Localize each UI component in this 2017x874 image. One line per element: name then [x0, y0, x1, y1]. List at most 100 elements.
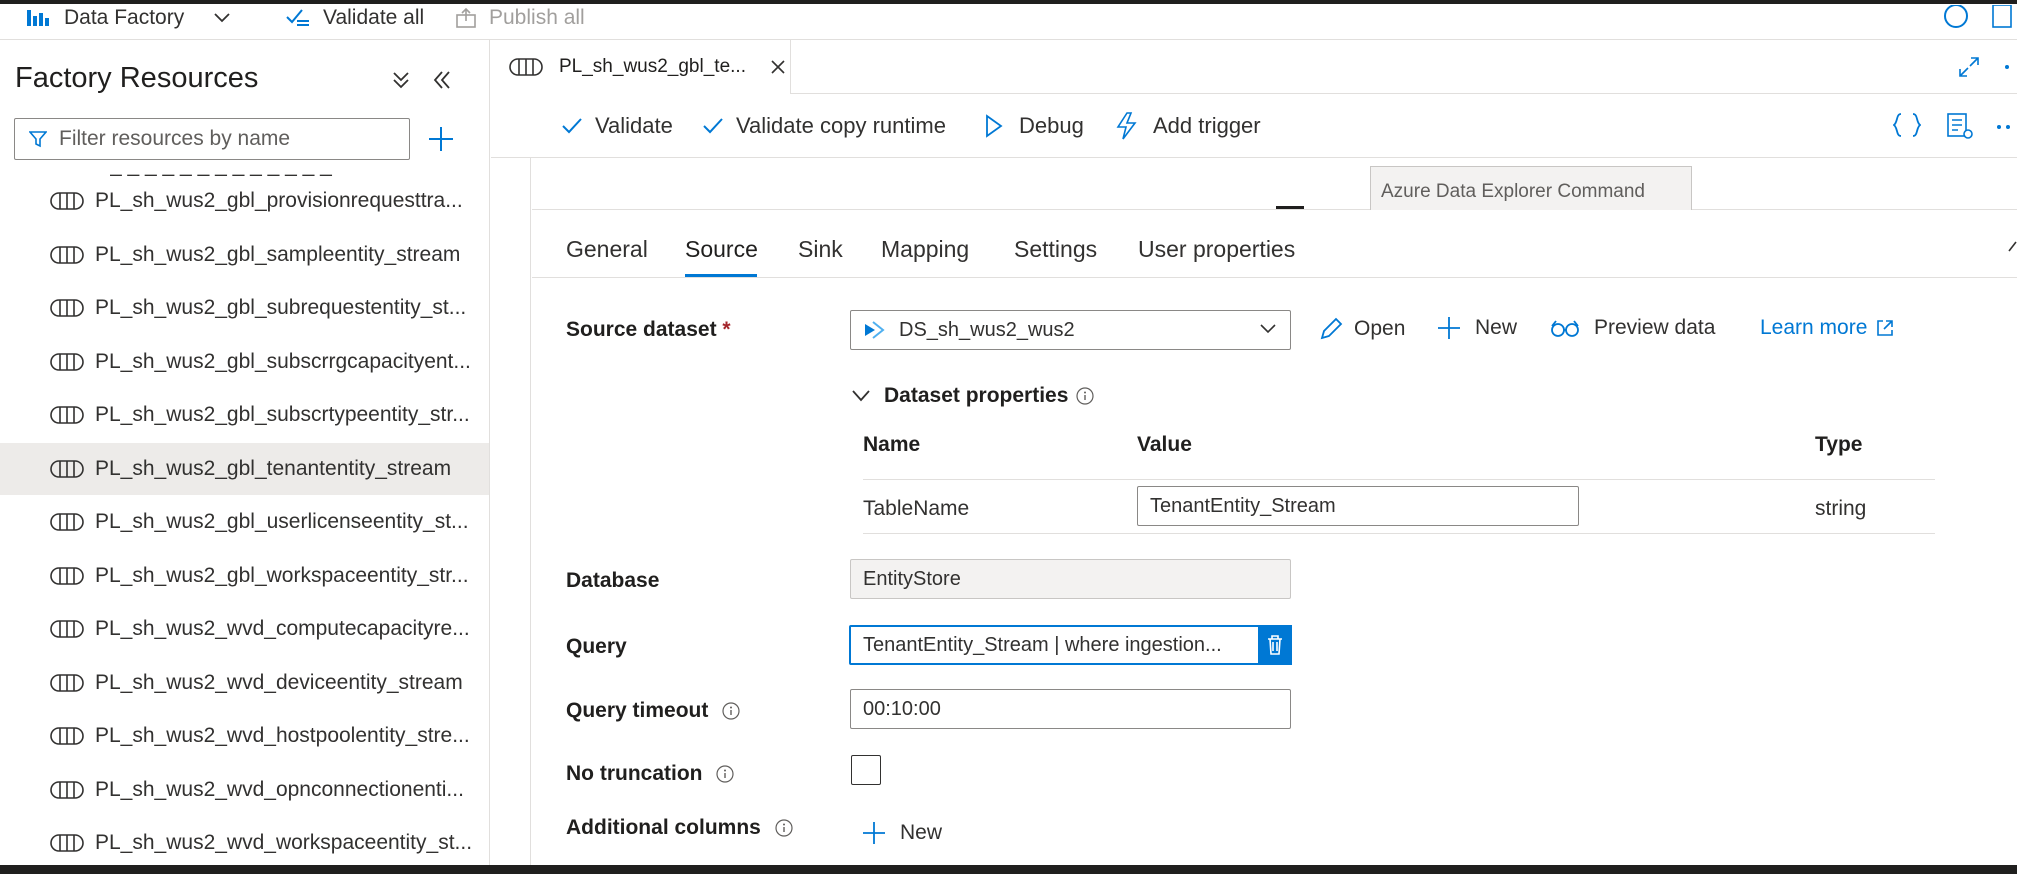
- tab-label: Source: [685, 236, 758, 262]
- delete-query-button[interactable]: [1258, 625, 1292, 665]
- validate-label: Validate: [595, 113, 673, 138]
- dataset-properties-toggle[interactable]: Dataset properties: [852, 384, 1095, 408]
- validate-all-label: Validate all: [323, 6, 425, 29]
- list-item-label: PL_sh_wus2_gbl_subscrrgcapacityent...: [95, 350, 471, 373]
- database-label: Database: [566, 569, 660, 592]
- close-icon[interactable]: [770, 59, 786, 75]
- info-icon[interactable]: [722, 702, 740, 721]
- pipeline-icon: [50, 619, 84, 639]
- pipeline-icon: [50, 566, 84, 586]
- info-icon[interactable]: [716, 765, 734, 784]
- source-dataset-label: Source dataset *: [566, 318, 731, 342]
- list-item[interactable]: PL_sh_wus2_wvd_opnconnectionenti...: [0, 764, 489, 816]
- tab-sink[interactable]: Sink: [798, 236, 843, 263]
- source-dataset-dropdown[interactable]: DS_sh_wus2_wus2: [850, 310, 1291, 350]
- tab-settings[interactable]: Settings: [1014, 236, 1097, 263]
- add-resource-icon[interactable]: [428, 126, 454, 152]
- list-item-label: PL_sh_wus2_gbl_provisionrequesttra...: [95, 189, 463, 212]
- no-truncation-checkbox[interactable]: [851, 755, 881, 785]
- table-value-text: TenantEntity_Stream: [1150, 494, 1336, 517]
- list-item-label: PL_sh_wus2_gbl_workspaceentity_str...: [95, 564, 469, 587]
- learn-more-link[interactable]: Learn more: [1760, 316, 1895, 340]
- external-link-icon: [1875, 318, 1895, 338]
- collapse-panel-icon[interactable]: [433, 70, 451, 90]
- plus-icon: [862, 821, 886, 845]
- open-dataset-button[interactable]: Open: [1318, 316, 1405, 342]
- no-truncation-label: No truncation: [566, 762, 734, 786]
- properties-icon[interactable]: [1946, 112, 1974, 140]
- tab-pipeline[interactable]: PL_sh_wus2_gbl_te...: [491, 40, 791, 94]
- list-item[interactable]: PL_sh_wus2_wvd_workspaceentity_st...: [0, 817, 489, 865]
- add-column-button[interactable]: New: [862, 821, 942, 845]
- query-field[interactable]: TenantEntity_Stream | where ingestion...: [849, 625, 1292, 665]
- filter-resources-input[interactable]: [59, 127, 399, 151]
- column-header-name: Name: [863, 433, 921, 456]
- more-tabs-icon[interactable]: [2004, 64, 2014, 70]
- lightning-icon: [1115, 112, 1141, 140]
- activities-gutter: [491, 94, 531, 865]
- more-options-icon[interactable]: [1996, 124, 2016, 130]
- collapse-properties-icon[interactable]: [2008, 238, 2017, 252]
- resize-handle[interactable]: [1276, 206, 1304, 209]
- new-dataset-button[interactable]: New: [1437, 316, 1517, 340]
- list-item-selected[interactable]: PL_sh_wus2_gbl_tenantentity_stream: [0, 443, 489, 495]
- filter-resources-box[interactable]: [14, 118, 410, 160]
- preview-data-button[interactable]: Preview data: [1550, 316, 1715, 340]
- play-icon: [985, 114, 1003, 138]
- list-item[interactable]: PL_sh_wus2_gbl_userlicenseentity_st...: [0, 496, 489, 548]
- data-factory-selector[interactable]: Data Factory: [26, 4, 230, 32]
- list-item[interactable]: PL_sh_wus2_gbl_subrequestentity_st...: [0, 282, 489, 334]
- document-tab-strip: PL_sh_wus2_gbl_te...: [491, 40, 2017, 94]
- list-item-label: PL_sh_wus2_wvd_workspaceentity_st...: [95, 831, 473, 854]
- tab-user-properties[interactable]: User properties: [1138, 236, 1295, 263]
- resource-list: _ _ _ _ _ _ _ _ _ _ _ _ _ PL_sh_wus2_gbl…: [0, 168, 489, 865]
- chevron-down-icon: [1260, 324, 1276, 334]
- expand-all-icon[interactable]: [392, 70, 410, 90]
- list-item[interactable]: PL_sh_wus2_wvd_computecapacityre...: [0, 603, 489, 655]
- list-item[interactable]: PL_sh_wus2_gbl_provisionrequesttra...: [0, 175, 489, 227]
- list-item[interactable]: PL_sh_wus2_gbl_sampleentity_stream: [0, 229, 489, 281]
- validate-button[interactable]: Validate: [561, 94, 673, 158]
- no-truncation-label-text: No truncation: [566, 762, 703, 785]
- tab-source[interactable]: Source: [685, 236, 758, 263]
- list-item[interactable]: PL_sh_wus2_gbl_subscrtypeentity_str...: [0, 389, 489, 441]
- debug-button[interactable]: Debug: [985, 94, 1084, 158]
- query-value: TenantEntity_Stream | where ingestion...: [863, 633, 1222, 656]
- pipeline-icon: [50, 780, 84, 800]
- pipeline-icon: [509, 57, 543, 77]
- publish-all-button[interactable]: Publish all: [455, 4, 585, 32]
- list-item-label: PL_sh_wus2_gbl_subscrtypeentity_str...: [95, 403, 470, 426]
- list-item-label: PL_sh_wus2_gbl_tenantentity_stream: [95, 457, 452, 480]
- pipeline-icon: [50, 245, 84, 265]
- dataset-properties-label: Dataset properties: [884, 384, 1069, 407]
- info-icon[interactable]: [775, 819, 793, 838]
- list-item-label: PL_sh_wus2_wvd_opnconnectionenti...: [95, 778, 464, 801]
- add-column-label: New: [900, 821, 943, 844]
- open-label: Open: [1354, 317, 1406, 340]
- table-cell-type: string: [1815, 497, 1867, 520]
- add-trigger-button[interactable]: Add trigger: [1115, 94, 1261, 158]
- validate-copy-runtime-button[interactable]: Validate copy runtime: [702, 94, 946, 158]
- tab-general[interactable]: General: [566, 236, 648, 263]
- list-item[interactable]: PL_sh_wus2_wvd_hostpoolentity_stre...: [0, 710, 489, 762]
- info-icon[interactable]: [1076, 387, 1095, 405]
- list-item[interactable]: PL_sh_wus2_gbl_subscrrgcapacityent...: [0, 336, 489, 388]
- query-timeout-input[interactable]: 00:10:00: [850, 689, 1291, 729]
- activity-node[interactable]: Azure Data Explorer Command: [1370, 166, 1692, 210]
- status-circle-icon[interactable]: [1943, 4, 1969, 32]
- list-item[interactable]: PL_sh_wus2_gbl_workspaceentity_str...: [0, 550, 489, 602]
- maximize-icon[interactable]: [1958, 56, 1980, 78]
- tab-mapping[interactable]: Mapping: [881, 236, 969, 263]
- validate-all-button[interactable]: Validate all: [285, 4, 424, 32]
- table-value-input[interactable]: TenantEntity_Stream: [1137, 486, 1579, 526]
- pipeline-canvas[interactable]: Azure Data Explorer Command: [532, 158, 2017, 210]
- data-factory-label: Data Factory: [64, 6, 185, 29]
- code-icon[interactable]: [1893, 112, 1921, 138]
- list-item-label: PL_sh_wus2_wvd_computecapacityre...: [95, 617, 470, 640]
- list-item-label: PL_sh_wus2_wvd_deviceentity_stream: [95, 671, 463, 694]
- pencil-icon: [1318, 316, 1344, 342]
- checkmark-icon: [702, 117, 724, 135]
- list-item[interactable]: PL_sh_wus2_wvd_deviceentity_stream: [0, 657, 489, 709]
- query-timeout-label-text: Query timeout: [566, 699, 709, 722]
- notifications-icon[interactable]: [1990, 4, 2014, 32]
